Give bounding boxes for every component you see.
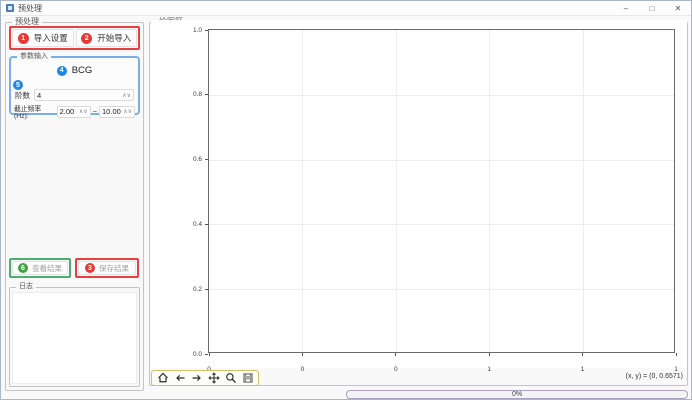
save-results-label: 保存结果	[99, 263, 129, 274]
x-tick-label: 0	[386, 366, 406, 373]
spin-down-icon[interactable]: ∨	[83, 109, 87, 115]
x-tick-mark	[676, 353, 677, 356]
save-results-button[interactable]: 3 保存结果	[78, 261, 136, 275]
y-tick-label: 1.0	[182, 27, 202, 34]
order-label: 阶数	[15, 90, 30, 101]
y-tick-label: 0.6	[182, 156, 202, 163]
gridline	[489, 30, 490, 352]
step-badge-1: 1	[18, 33, 29, 44]
window-title: 预处理	[18, 3, 42, 14]
order-spinbox[interactable]: 4 ∧∨	[34, 89, 134, 101]
log-group-label: 日志	[16, 282, 36, 292]
progress-bar: 0%	[346, 390, 688, 399]
annotation-rect-view: 6 查看结果	[9, 258, 71, 278]
app-icon	[6, 4, 14, 12]
step-badge-2: 2	[81, 33, 92, 44]
progress-value: 0%	[512, 391, 522, 398]
mpl-toolbar	[151, 370, 259, 386]
maximize-button[interactable]: □	[639, 1, 665, 15]
cutoff-high-value: 10.00	[102, 107, 123, 116]
annotation-rect-import: 1 导入设置 2 开始导入	[9, 26, 140, 50]
close-button[interactable]: ✕	[665, 1, 691, 15]
params-groupbox: 参数输入 4 BCG 5 阶数 4 ∧∨ 截止频率(Hz): 2.00 ∧∨	[9, 56, 140, 115]
gridline	[209, 160, 674, 161]
x-tick-label: 1	[573, 366, 593, 373]
cursor-coords-status: (x, y) = (0, 0.6571)	[626, 373, 683, 380]
minimize-button[interactable]: –	[613, 1, 639, 15]
axes[interactable]: 1.00.80.60.40.20.0000111	[208, 29, 675, 353]
start-import-label: 开始导入	[97, 32, 131, 44]
x-tick-label: 0	[292, 366, 312, 373]
y-tick-mark	[205, 224, 208, 225]
y-tick-mark	[205, 94, 208, 95]
x-tick-mark	[302, 353, 303, 356]
gridline	[396, 30, 397, 352]
plot-canvas[interactable]: 1.00.80.60.40.20.0000111	[151, 20, 687, 368]
y-tick-label: 0.4	[182, 221, 202, 228]
home-icon[interactable]	[156, 372, 169, 385]
cutoff-separator: ~	[93, 107, 97, 116]
preprocess-groupbox: 预处理 1 导入设置 2 开始导入 参数输入 4 BCG 5	[5, 22, 144, 391]
y-tick-mark	[205, 159, 208, 160]
x-tick-label: 1	[479, 366, 499, 373]
zoom-icon[interactable]	[224, 372, 237, 385]
log-groupbox: 日志	[9, 287, 140, 387]
y-tick-label: 0.8	[182, 91, 202, 98]
start-import-button[interactable]: 2 开始导入	[76, 29, 138, 47]
import-settings-label: 导入设置	[34, 32, 68, 44]
step-badge-3: 3	[85, 263, 95, 273]
gridline	[302, 30, 303, 352]
pan-icon[interactable]	[207, 372, 220, 385]
view-results-label: 查看结果	[32, 263, 62, 274]
order-value: 4	[37, 91, 122, 100]
signal-type-label[interactable]: BCG	[72, 65, 93, 76]
gridline	[209, 95, 674, 96]
y-tick-mark	[205, 30, 208, 31]
x-tick-mark	[489, 353, 490, 356]
y-tick-label: 0.2	[182, 286, 202, 293]
x-tick-mark	[395, 353, 396, 356]
gridline	[209, 224, 674, 225]
step-badge-6: 6	[18, 263, 28, 273]
params-group-label: 参数输入	[17, 52, 51, 62]
app-window: 预处理 – □ ✕ 预处理 1 导入设置 2 开始导入 参数输入	[0, 0, 692, 400]
cutoff-high-spinbox[interactable]: 10.00 ∧∨	[99, 106, 135, 118]
save-icon[interactable]	[241, 372, 254, 385]
spin-down-icon[interactable]: ∨	[128, 109, 132, 115]
import-settings-button[interactable]: 1 导入设置	[12, 29, 74, 47]
log-textarea[interactable]	[12, 292, 137, 384]
y-tick-mark	[205, 289, 208, 290]
cutoff-low-value: 2.00	[60, 107, 79, 116]
spin-down-icon[interactable]: ∨	[127, 93, 131, 99]
view-results-button[interactable]: 6 查看结果	[12, 261, 68, 275]
x-tick-mark	[582, 353, 583, 356]
step-badge-4: 4	[57, 66, 67, 76]
back-icon[interactable]	[173, 372, 186, 385]
x-tick-label: 1	[666, 366, 686, 373]
forward-icon[interactable]	[190, 372, 203, 385]
gridline	[209, 289, 674, 290]
title-bar: 预处理 – □ ✕	[1, 1, 691, 16]
x-tick-mark	[209, 353, 210, 356]
gridline	[583, 30, 584, 352]
annotation-rect-save: 3 保存结果	[75, 258, 139, 278]
cutoff-label: 截止频率(Hz):	[14, 103, 55, 120]
y-tick-label: 0.0	[182, 351, 202, 358]
cutoff-low-spinbox[interactable]: 2.00 ∧∨	[57, 106, 91, 118]
